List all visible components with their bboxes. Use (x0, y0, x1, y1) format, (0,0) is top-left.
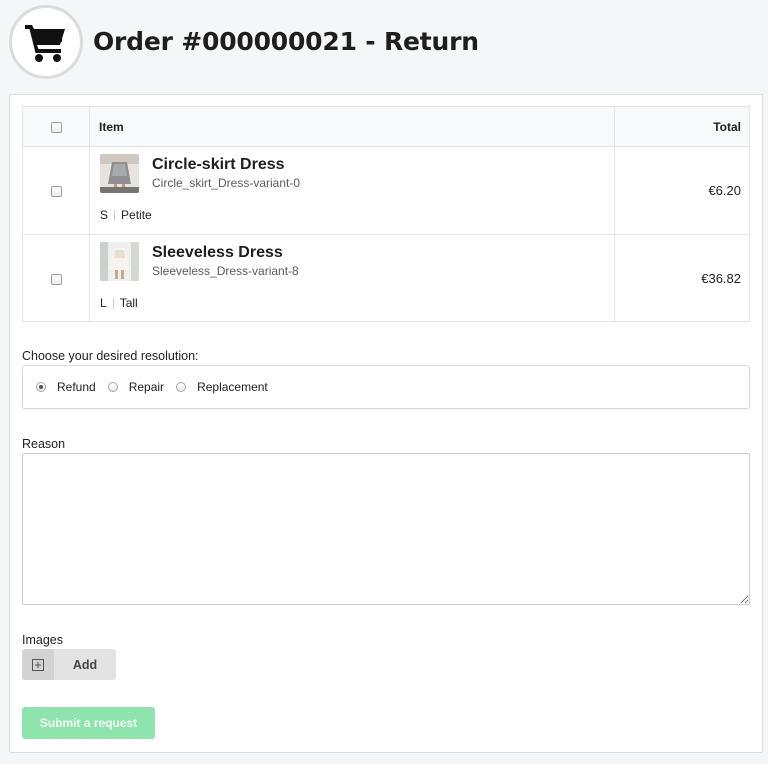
item-options: S Petite (100, 208, 152, 222)
page-title: Order #000000021 - Return (93, 27, 479, 56)
item-cell: Circle-skirt Dress Circle_skirt_Dress-va… (89, 146, 615, 235)
resolution-option-repair[interactable]: Repair (107, 380, 165, 394)
table-row: Circle-skirt Dress Circle_skirt_Dress-va… (22, 146, 750, 235)
total-column-header: Total (614, 106, 750, 147)
item-name: Sleeveless Dress (152, 244, 283, 261)
item-size: S (100, 208, 109, 222)
table-row: Sleeveless Dress Sleeveless_Dress-varian… (22, 234, 750, 322)
resolution-option-refund[interactable]: Refund (36, 380, 96, 394)
item-name: Circle-skirt Dress (152, 156, 285, 173)
return-form-panel: Item Total Circle-skirt Dress Circle_ski… (9, 94, 763, 753)
option-divider (114, 209, 116, 221)
resolution-options: Refund Repair Replacement (22, 365, 750, 409)
resolution-label: Choose your desired resolution: (22, 349, 199, 363)
submit-request-button[interactable]: Submit a request (22, 707, 155, 739)
item-column-header: Item (89, 106, 615, 147)
add-image-button[interactable]: Add (22, 649, 116, 680)
add-button-label: Add (72, 657, 98, 672)
shopping-cart-icon (25, 25, 65, 62)
reason-textarea[interactable] (22, 453, 750, 605)
plus-square-icon (22, 649, 54, 680)
item-total: €6.20 (614, 146, 750, 235)
item-options: L Tall (100, 296, 138, 310)
repair-label: Repair (128, 380, 165, 394)
reason-label: Reason (22, 437, 66, 451)
item-cell: Sleeveless Dress Sleeveless_Dress-varian… (89, 234, 615, 322)
items-table: Item Total Circle-skirt Dress Circle_ski… (22, 106, 750, 322)
table-header-row: Item Total (22, 106, 750, 147)
item-total: €36.82 (614, 234, 750, 322)
repair-radio[interactable] (107, 382, 118, 392)
option-divider (112, 297, 114, 309)
item-size: L (100, 296, 107, 310)
row-checkbox[interactable] (50, 186, 62, 198)
item-fit: Petite (121, 208, 152, 222)
refund-label: Refund (57, 380, 96, 394)
item-sku: Circle_skirt_Dress-variant-0 (152, 176, 301, 190)
replacement-radio[interactable] (176, 382, 187, 392)
select-all-checkbox[interactable] (50, 121, 62, 133)
row-checkbox[interactable] (50, 273, 62, 285)
product-thumbnail (100, 242, 139, 281)
select-all-cell (22, 106, 90, 147)
product-thumbnail (100, 154, 139, 193)
row-select-cell (22, 234, 90, 322)
refund-radio[interactable] (36, 382, 46, 392)
row-select-cell (22, 146, 90, 235)
replacement-label: Replacement (197, 380, 268, 394)
page-header: Order #000000021 - Return (0, 0, 768, 90)
order-avatar (9, 5, 83, 79)
item-sku: Sleeveless_Dress-variant-8 (152, 264, 299, 278)
item-fit: Tall (119, 296, 138, 310)
resolution-option-replacement[interactable]: Replacement (176, 380, 268, 394)
images-label: Images (22, 633, 63, 647)
